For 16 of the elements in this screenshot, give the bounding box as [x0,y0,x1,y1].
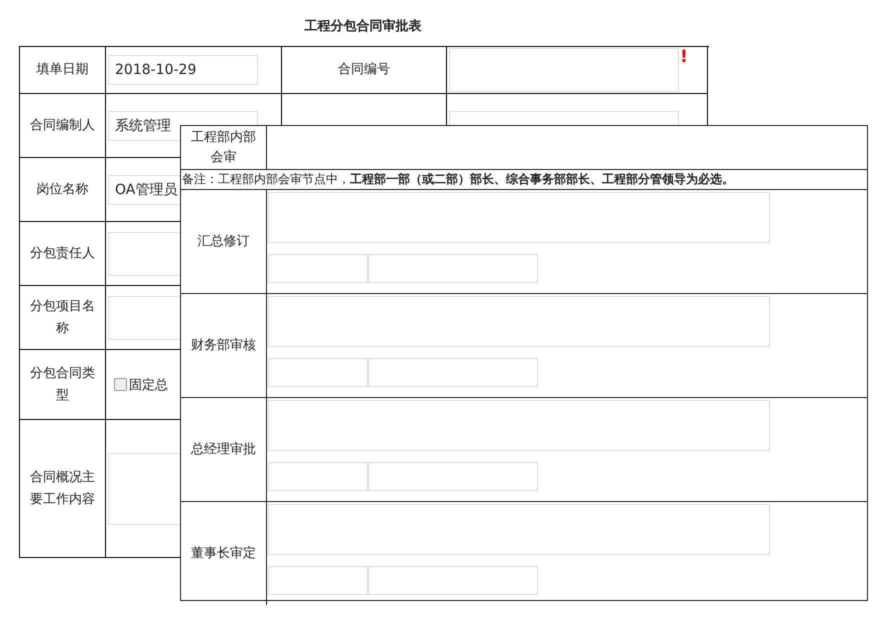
field-label: 分包责任人 [30,244,95,262]
checkbox-label: 固定总 [129,376,168,394]
field-label: 分包项目名称 [29,298,96,338]
field-label: 合同编制人 [30,116,95,134]
field-label: 填单日期 [36,61,88,79]
section-label: 汇总修订 [198,232,250,250]
section-label: 董事长审定 [191,544,256,562]
section-label: 工程部内部会审 [190,128,257,166]
required-mark: ! [680,47,688,67]
field-label: 合同概况主要工作内容 [29,468,96,508]
field-label: 分包合同类型 [29,364,96,404]
section-label: 财务部审核 [191,336,256,354]
form-title: 工程分包合同审批表 [304,18,422,36]
field-label: 岗位名称 [36,180,88,198]
field-label: 合同编号 [338,61,390,79]
section-label: 总经理审批 [191,440,256,458]
